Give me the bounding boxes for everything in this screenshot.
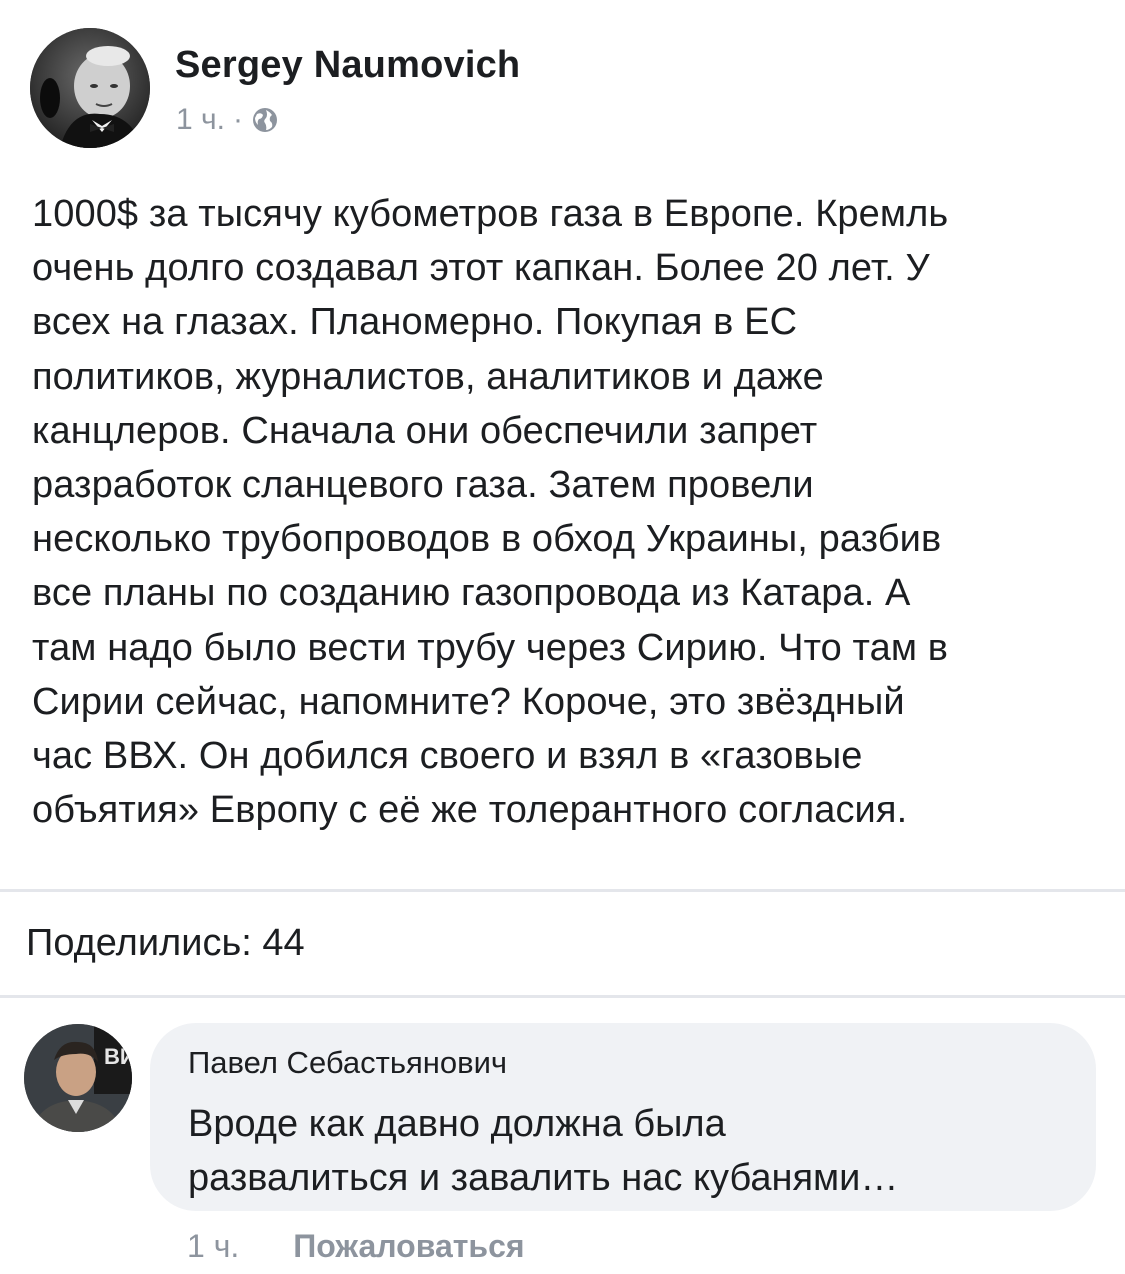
post-header: Sergey Naumovich 1 ч. ·	[30, 28, 1090, 148]
report-button[interactable]: Пожаловаться	[293, 1228, 524, 1265]
post-timestamp[interactable]: 1 ч.	[176, 103, 225, 137]
divider	[0, 889, 1125, 892]
profile-photo-icon	[30, 28, 150, 148]
divider	[0, 995, 1125, 998]
post-meta: 1 ч. ·	[176, 100, 279, 140]
comment-text: Вроде как давно должна была развалиться …	[188, 1103, 899, 1199]
shares-count[interactable]: Поделились: 44	[26, 922, 305, 965]
author-avatar[interactable]	[30, 28, 150, 148]
commenter-avatar[interactable]: ВИ	[24, 1024, 132, 1132]
comment-bubble: Павел Себастьянович Вроде как давно долж…	[150, 1023, 1096, 1211]
comment-timestamp[interactable]: 1 ч.	[187, 1228, 239, 1265]
comment-actions: 1 ч. Пожаловаться	[187, 1224, 525, 1268]
globe-icon	[252, 108, 277, 132]
comment-author-name[interactable]: Павел Себастьянович	[188, 1045, 507, 1081]
post-text: 1000$ за тысячу кубометров газа в Европе…	[32, 193, 949, 832]
profile-photo-icon: ВИ	[24, 1024, 132, 1132]
svg-text:ВИ: ВИ	[104, 1044, 132, 1069]
meta-separator: ·	[232, 103, 243, 136]
post-author-name[interactable]: Sergey Naumovich	[175, 44, 520, 87]
